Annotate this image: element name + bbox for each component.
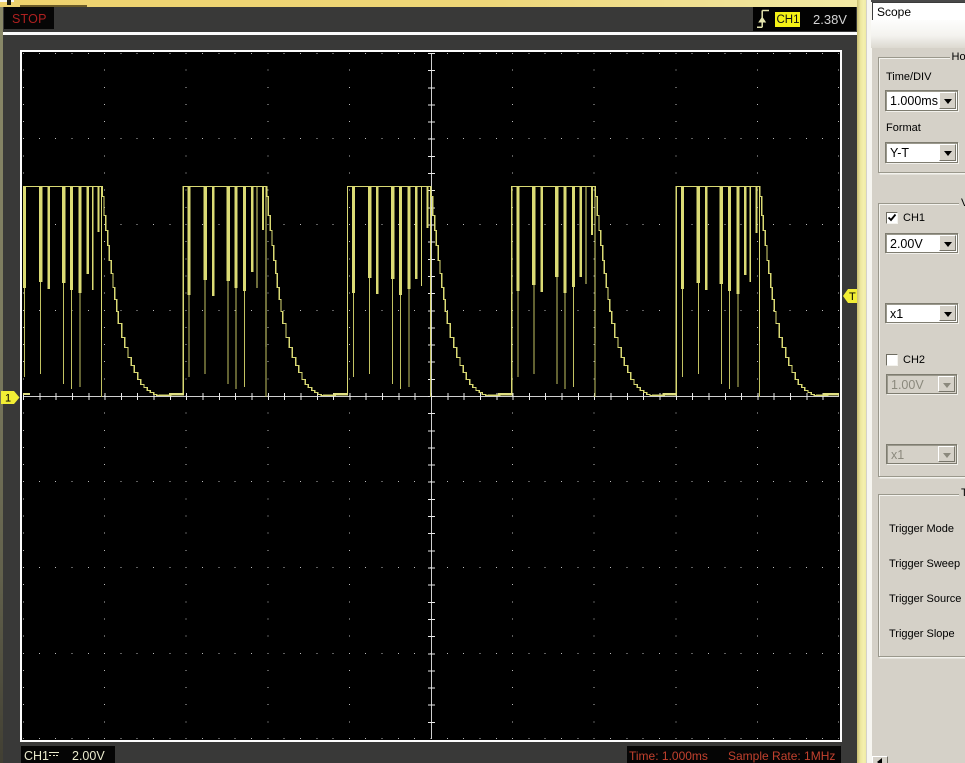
svg-text:T: T — [849, 291, 856, 303]
svg-text:1: 1 — [5, 393, 11, 405]
